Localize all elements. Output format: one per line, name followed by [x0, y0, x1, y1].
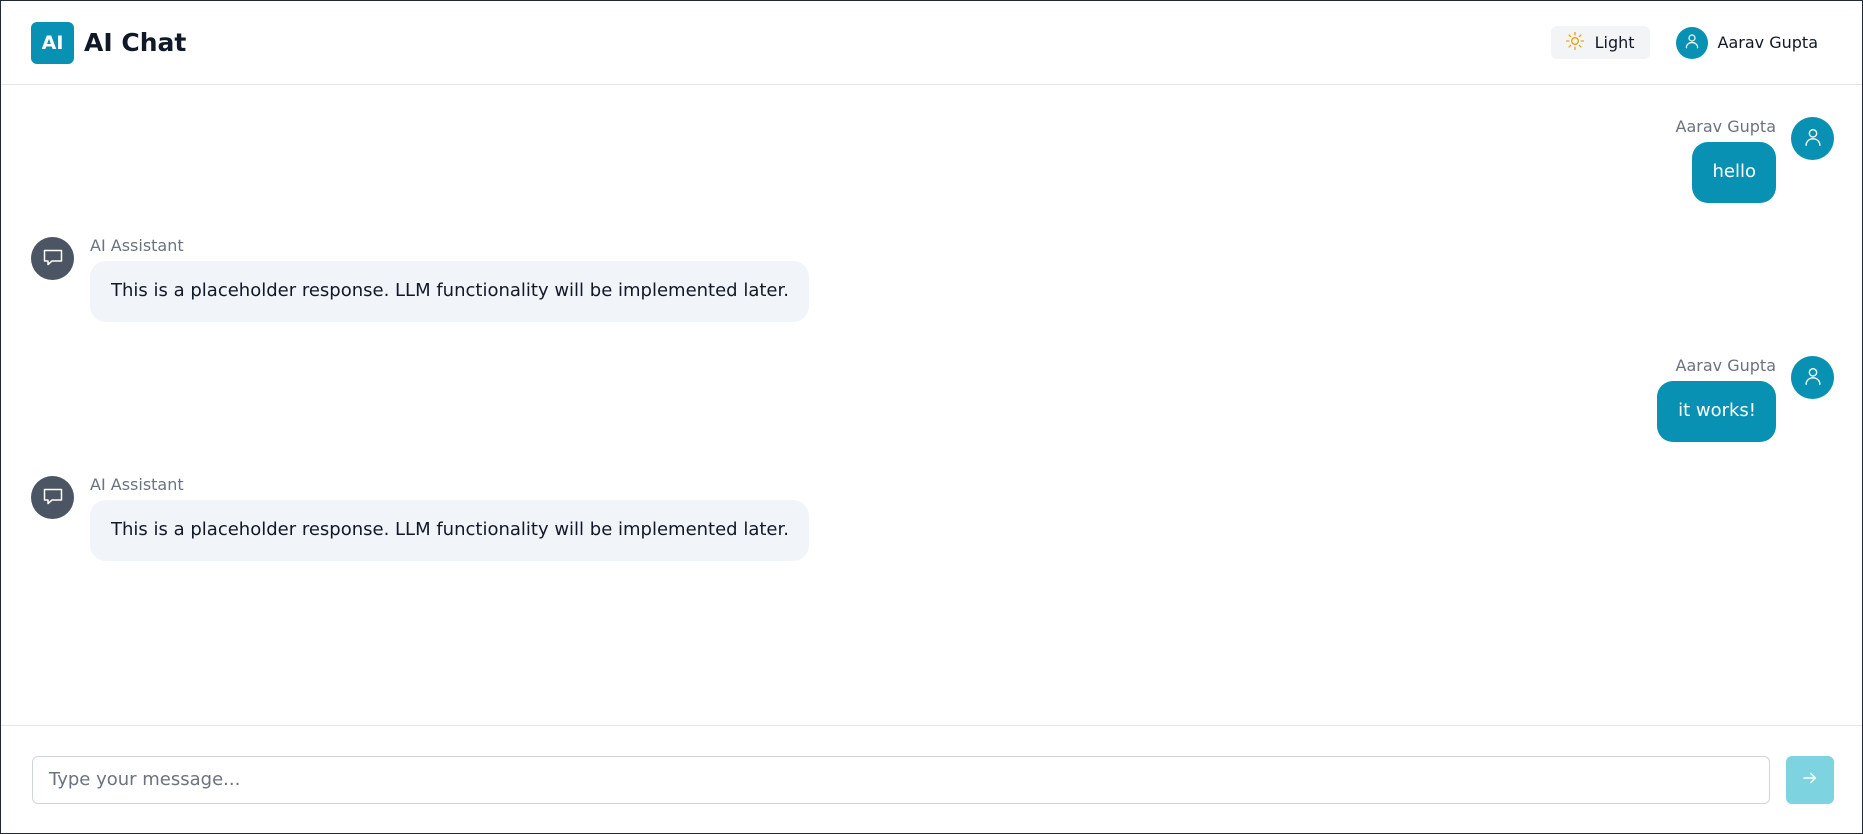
user-avatar — [1791, 356, 1834, 399]
user-icon — [1802, 126, 1824, 152]
user-name: Aarav Gupta — [1717, 33, 1818, 52]
theme-label: Light — [1594, 33, 1635, 52]
message-sender: Aarav Gupta — [1675, 356, 1776, 375]
app-header: AI AI Chat Light Aarav Gupta — [1, 1, 1862, 85]
message-bubble: This is a placeholder response. LLM func… — [90, 500, 809, 561]
message-user: Aarav Gupta it works! — [31, 356, 1834, 442]
message-composer — [1, 725, 1862, 833]
message-sender: AI Assistant — [90, 475, 184, 494]
app-title: AI Chat — [84, 28, 187, 57]
message-assistant: AI Assistant This is a placeholder respo… — [31, 476, 1834, 561]
chat-bubble-icon — [41, 484, 65, 512]
app-window: AI AI Chat Light Aarav Gupta Aarav Gupta… — [0, 0, 1863, 834]
chat-bubble-icon — [41, 245, 65, 273]
brand[interactable]: AI AI Chat — [31, 21, 187, 64]
message-list: Aarav Gupta hello AI Assistant This is a… — [1, 85, 1862, 725]
user-avatar — [1791, 117, 1834, 160]
message-input[interactable] — [32, 755, 1770, 804]
message-body: Aarav Gupta it works! — [1657, 357, 1776, 442]
message-body: Aarav Gupta hello — [1676, 118, 1776, 203]
message-sender: Aarav Gupta — [1675, 117, 1776, 136]
message-bubble: it works! — [1657, 381, 1776, 442]
message-bubble: This is a placeholder response. LLM func… — [90, 261, 809, 322]
user-menu[interactable]: Aarav Gupta — [1675, 26, 1818, 59]
arrow-right-icon — [1801, 769, 1819, 790]
message-assistant: AI Assistant This is a placeholder respo… — [31, 237, 1834, 322]
assistant-avatar — [31, 237, 74, 280]
app-logo: AI — [31, 21, 74, 64]
sun-icon — [1565, 31, 1585, 55]
header-actions: Light Aarav Gupta — [1550, 26, 1832, 59]
message-body: AI Assistant This is a placeholder respo… — [90, 476, 809, 561]
message-sender: AI Assistant — [90, 236, 184, 255]
user-icon — [1802, 365, 1824, 391]
user-icon — [1683, 32, 1701, 54]
assistant-avatar — [31, 476, 74, 519]
message-bubble: hello — [1691, 142, 1776, 203]
theme-toggle-button[interactable]: Light — [1550, 26, 1650, 59]
user-avatar — [1675, 26, 1708, 59]
message-body: AI Assistant This is a placeholder respo… — [90, 237, 809, 322]
message-user: Aarav Gupta hello — [31, 117, 1834, 203]
send-button[interactable] — [1786, 755, 1834, 804]
